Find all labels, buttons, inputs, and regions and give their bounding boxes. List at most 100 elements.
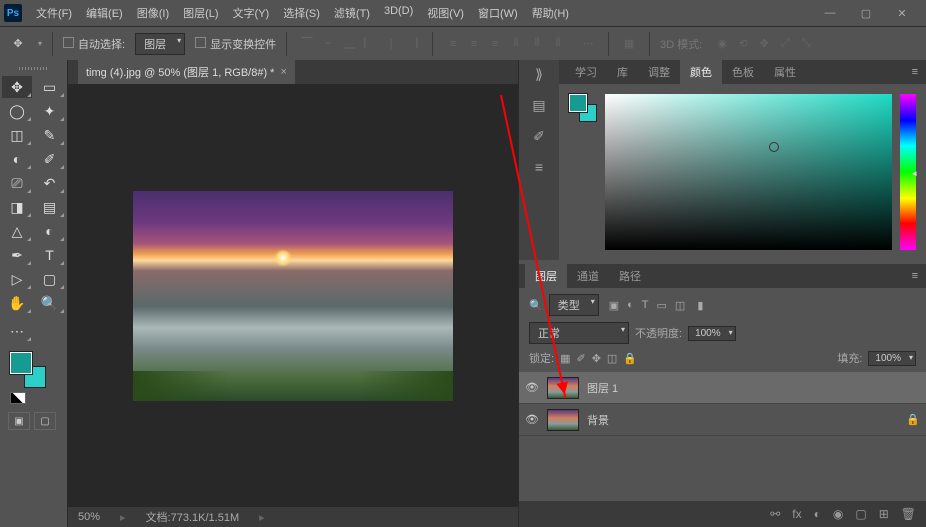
path-select-tool[interactable]: ▷ (2, 268, 32, 290)
layers-menu-icon[interactable]: ≡ (904, 270, 926, 282)
link-layers-icon[interactable]: ⚯ (770, 507, 780, 521)
blend-mode-dropdown[interactable]: 正常 (529, 322, 629, 344)
maximize-button[interactable]: ▢ (854, 7, 878, 20)
align-top-icon[interactable]: ⎺ (297, 34, 317, 54)
type-tool[interactable]: T (35, 244, 65, 266)
lasso-tool[interactable]: ◯ (2, 100, 32, 122)
blur-tool[interactable]: △ (2, 220, 32, 242)
new-layer-icon[interactable]: ⊞ (879, 507, 889, 521)
distribute-top-icon[interactable]: ≡ (443, 34, 463, 54)
layer-thumbnail[interactable] (547, 377, 579, 399)
3d-roll-icon[interactable]: ⟲ (733, 34, 753, 54)
brush-tool[interactable]: ✐ (35, 148, 65, 170)
tab-color[interactable]: 颜色 (680, 60, 722, 84)
tab-paths[interactable]: 路径 (609, 264, 651, 288)
distribute-hcenter-icon[interactable]: ⦀ (527, 34, 547, 54)
auto-select-dropdown[interactable]: 图层 (135, 33, 185, 55)
history-brush-tool[interactable]: ↶ (35, 172, 65, 194)
eraser-tool[interactable]: ◨ (2, 196, 32, 218)
tab-libraries[interactable]: 库 (607, 60, 638, 84)
tab-adjustments[interactable]: 调整 (638, 60, 680, 84)
layer-row[interactable]: 👁 背景 🔒 (519, 404, 926, 436)
tab-close-icon[interactable]: × (280, 66, 286, 78)
menu-3d[interactable]: 3D(D) (378, 1, 419, 25)
distribute-left-icon[interactable]: ⦀ (506, 34, 526, 54)
lock-artboard-icon[interactable]: ◫ (607, 352, 617, 365)
3d-orbit-icon[interactable]: ◉ (712, 34, 732, 54)
marquee-tool[interactable]: ▭ (35, 76, 65, 98)
lock-move-icon[interactable]: ✥ (592, 352, 601, 365)
auto-align-icon[interactable]: ▦ (619, 34, 639, 54)
adjustment-layer-icon[interactable]: ◉ (833, 507, 843, 521)
history-panel-icon[interactable]: ▤ (532, 97, 545, 114)
tab-learn[interactable]: 学习 (565, 60, 607, 84)
layer-name[interactable]: 图层 1 (587, 380, 618, 396)
color-cursor[interactable] (769, 142, 779, 152)
crop-tool[interactable]: ◫ (2, 124, 32, 146)
filter-adjust-icon[interactable]: ◐ (627, 299, 634, 312)
close-button[interactable]: ✕ (890, 7, 914, 20)
move-tool[interactable]: ✥ (2, 76, 32, 98)
visibility-toggle-icon[interactable]: 👁 (525, 381, 539, 394)
pen-tool[interactable]: ✒ (2, 244, 32, 266)
distribute-right-icon[interactable]: ⦀ (548, 34, 568, 54)
show-transform-checkbox[interactable]: 显示变换控件 (195, 36, 276, 52)
align-right-icon[interactable]: ⎹ (402, 34, 422, 54)
lock-position-icon[interactable]: ✐ (576, 352, 585, 365)
layer-fx-icon[interactable]: fx (792, 507, 801, 521)
distribute-bottom-icon[interactable]: ≡ (485, 34, 505, 54)
align-left-icon[interactable]: ⎸ (360, 34, 380, 54)
dodge-tool[interactable]: ◐ (35, 220, 65, 242)
canvas[interactable] (68, 84, 518, 507)
tab-layers[interactable]: 图层 (525, 264, 567, 288)
screen-mode-icon[interactable]: ▢ (34, 412, 56, 430)
zoom-tool[interactable]: 🔍 (35, 292, 65, 314)
layer-mask-icon[interactable]: ◐ (814, 507, 821, 521)
filter-shape-icon[interactable]: ▭ (657, 299, 667, 312)
filter-pixel-icon[interactable]: ▣ (609, 299, 619, 312)
align-bottom-icon[interactable]: ⎽ (339, 34, 359, 54)
minimize-button[interactable]: — (818, 7, 842, 20)
menu-window[interactable]: 窗口(W) (472, 1, 524, 25)
collapse-panel-icon[interactable]: ⟫ (535, 66, 543, 83)
hue-slider[interactable] (900, 94, 916, 250)
delete-layer-icon[interactable]: 🗑 (901, 507, 916, 521)
filter-smart-icon[interactable]: ◫ (675, 299, 685, 312)
eyedropper-tool[interactable]: ✎ (35, 124, 65, 146)
toolbox-handle[interactable] (2, 64, 65, 72)
color-swatches[interactable] (10, 352, 46, 388)
lock-all-icon[interactable]: 🔒 (623, 352, 637, 365)
more-options-icon[interactable]: ⋯ (578, 34, 598, 54)
filter-type-layer-icon[interactable]: T (642, 299, 649, 312)
menu-help[interactable]: 帮助(H) (526, 1, 575, 25)
zoom-level[interactable]: 50% (78, 511, 100, 523)
edit-toolbar[interactable]: ⋯ (2, 320, 32, 342)
align-vcenter-icon[interactable]: ⎯ (318, 34, 338, 54)
menu-filter[interactable]: 滤镜(T) (328, 1, 376, 25)
menu-view[interactable]: 视图(V) (421, 1, 470, 25)
document-tab[interactable]: timg (4).jpg @ 50% (图层 1, RGB/8#) * × (78, 60, 295, 84)
properties-panel-icon[interactable]: ≡ (535, 159, 543, 175)
3d-slide-icon[interactable]: ⤢ (775, 34, 795, 54)
lock-pixels-icon[interactable]: ▦ (560, 352, 570, 365)
menu-image[interactable]: 图像(I) (131, 1, 175, 25)
group-icon[interactable]: ▢ (855, 507, 866, 521)
layer-name[interactable]: 背景 (587, 412, 609, 428)
menu-select[interactable]: 选择(S) (277, 1, 326, 25)
hand-tool[interactable]: ✋ (2, 292, 32, 314)
menu-file[interactable]: 文件(F) (30, 1, 78, 25)
gradient-tool[interactable]: ▤ (35, 196, 65, 218)
auto-select-checkbox[interactable]: 自动选择: (63, 36, 125, 52)
align-hcenter-icon[interactable]: | (381, 34, 401, 54)
panel-fg-swatch[interactable] (569, 94, 587, 112)
filter-type-dropdown[interactable]: 类型 (549, 294, 599, 316)
layer-thumbnail[interactable] (547, 409, 579, 431)
foreground-color-swatch[interactable] (10, 352, 32, 374)
healing-brush-tool[interactable]: ◐ (2, 148, 32, 170)
brush-panel-icon[interactable]: ✐ (533, 128, 545, 145)
shape-tool[interactable]: ▢ (35, 268, 65, 290)
color-picker[interactable] (605, 94, 892, 250)
panel-menu-icon[interactable]: ≡ (904, 66, 926, 78)
menu-type[interactable]: 文字(Y) (227, 1, 276, 25)
opacity-input[interactable]: 100% (688, 326, 736, 341)
